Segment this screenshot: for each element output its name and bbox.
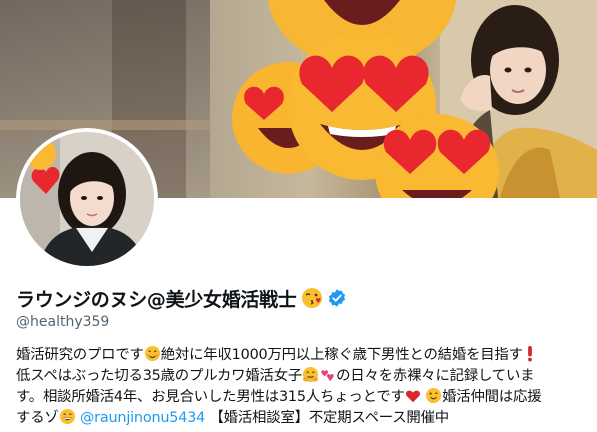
- mention-link[interactable]: @raunjinonu5434: [80, 410, 205, 426]
- exclamation-icon: [527, 345, 532, 362]
- avatar-person-illustration: [20, 132, 154, 266]
- winking-face-icon: [426, 387, 442, 404]
- verified-badge-icon[interactable]: [327, 288, 347, 308]
- banner-background-shelf: [0, 120, 210, 130]
- bio-text: 絶対に年収1000万円以上稼ぐ歳下男性との結婚を目指す: [160, 347, 523, 363]
- profile-name-row: ラウンジのヌシ@美少女婚活戦士: [16, 283, 347, 313]
- bio-text: 婚活研究のプロです: [16, 347, 144, 363]
- bio-line-4: するゾ @raunjinonu5434 【婚活相談室】不定期スペース開催中: [16, 408, 584, 429]
- smiling-face-icon: [144, 345, 160, 362]
- bio-text: 婚活仲間は応援: [442, 389, 542, 405]
- profile-bio: 婚活研究のプロです 絶対に年収1000万円以上稼ぐ歳下男性との結婚を目指す 低スペ…: [16, 345, 584, 429]
- bio-text: の日々を赤裸々に記録していま: [336, 368, 535, 384]
- profile-avatar[interactable]: [16, 128, 158, 270]
- bio-text: 【婚活相談室】不定期スペース開催中: [209, 410, 449, 426]
- two-hearts-icon: [321, 370, 334, 382]
- heart-eyes-emoji-icon: [375, 114, 499, 198]
- bio-line-1: 婚活研究のプロです 絶対に年収1000万円以上稼ぐ歳下男性との結婚を目指す: [16, 345, 584, 366]
- display-name: ラウンジのヌシ@美少女婚活戦士: [16, 288, 297, 311]
- face-blowing-kiss-icon: [301, 288, 322, 308]
- avatar-photo: [20, 132, 154, 266]
- hug-face-icon: [303, 366, 319, 383]
- red-heart-icon: [405, 390, 420, 403]
- bio-line-3: す。相談所婚活4年、お見合いした男性は315人ちょっとです 婚活仲間は応援: [16, 387, 584, 408]
- profile-handle: @healthy359: [16, 314, 110, 330]
- bio-line-2: 低スペはぶった切る35歳のプルカワ婚活女子 の日々を赤裸々に記録していま: [16, 366, 584, 387]
- bio-text: す。相談所婚活4年、お見合いした男性は315人ちょっとです: [16, 389, 405, 405]
- bio-text: 低スペはぶった切る35歳のプルカワ婚活女子: [16, 368, 303, 384]
- grinning-face-icon: [59, 408, 75, 425]
- bio-text: するゾ: [16, 410, 59, 426]
